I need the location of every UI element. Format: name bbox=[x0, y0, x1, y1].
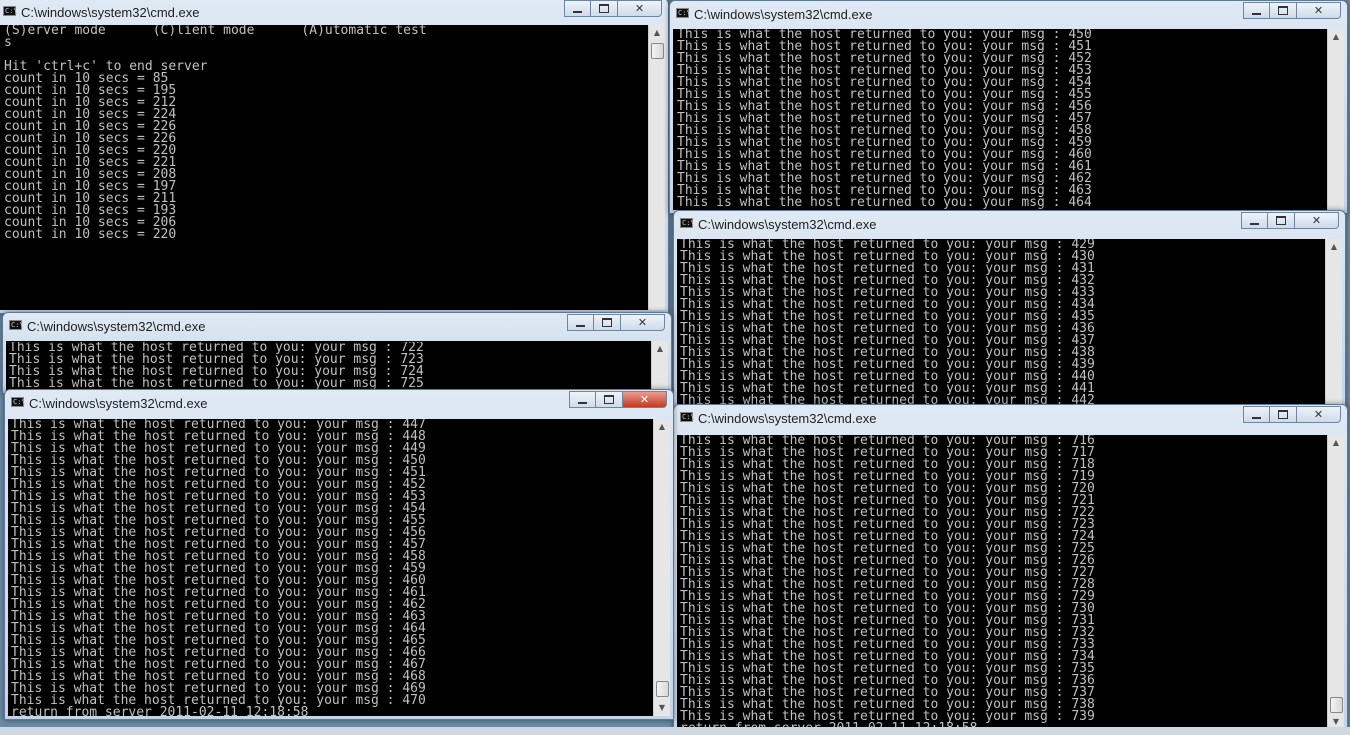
terminal-line: (S)erver mode (C)lient mode (A)utomatic … bbox=[4, 25, 427, 38]
cmd-icon: C:\ bbox=[680, 218, 695, 228]
window-title: C:\windows\system32\cmd.exe bbox=[698, 217, 877, 232]
window-title: C:\windows\system32\cmd.exe bbox=[27, 319, 206, 334]
cmd-icon: C:\ bbox=[676, 8, 691, 18]
cmd-window-server[interactable]: C:\ C:\windows\system32\cmd.exe ✕ (S)erv… bbox=[0, 0, 669, 314]
vertical-scrollbar[interactable]: ▲ ▼ bbox=[653, 419, 670, 716]
close-button[interactable]: ✕ bbox=[621, 314, 665, 331]
cmd-window-client-small[interactable]: C:\ C:\windows\system32\cmd.exe ✕ This i… bbox=[2, 312, 672, 394]
close-icon: ✕ bbox=[1313, 408, 1324, 421]
scroll-thumb[interactable] bbox=[651, 43, 664, 59]
taskbar-edge bbox=[0, 727, 1350, 735]
maximize-icon bbox=[599, 4, 609, 13]
maximize-icon bbox=[1276, 216, 1286, 225]
scroll-thumb[interactable] bbox=[656, 681, 669, 697]
minimize-button[interactable] bbox=[1241, 212, 1268, 229]
terminal-line: return from server 2011-02-11 12:18:58 bbox=[11, 705, 309, 716]
cmd-window-client-active[interactable]: C:\ C:\windows\system32\cmd.exe ✕ This i… bbox=[4, 389, 674, 720]
window-title: C:\windows\system32\cmd.exe bbox=[694, 7, 873, 22]
close-button[interactable]: ✕ bbox=[1297, 2, 1341, 19]
close-icon: ✕ bbox=[637, 316, 648, 329]
close-button[interactable]: ✕ bbox=[618, 0, 662, 17]
title-bar[interactable]: C:\ C:\windows\system32\cmd.exe ✕ bbox=[670, 1, 1347, 27]
terminal-output[interactable]: (S)erver mode (C)lient mode (A)utomatic … bbox=[0, 25, 648, 310]
scroll-up-icon[interactable]: ▲ bbox=[654, 419, 670, 435]
terminal-line: s bbox=[4, 35, 12, 50]
close-icon: ✕ bbox=[639, 393, 650, 406]
maximize-button[interactable] bbox=[594, 314, 621, 331]
minimize-icon bbox=[578, 402, 587, 404]
window-title: C:\windows\system32\cmd.exe bbox=[698, 411, 877, 426]
minimize-button[interactable] bbox=[1243, 406, 1270, 423]
title-bar[interactable]: C:\ C:\windows\system32\cmd.exe ✕ bbox=[5, 390, 673, 416]
maximize-icon bbox=[604, 395, 614, 404]
title-bar[interactable]: C:\ C:\windows\system32\cmd.exe ✕ bbox=[3, 313, 671, 339]
terminal-line: This is what the host returned to you: y… bbox=[677, 195, 1092, 210]
scroll-up-icon[interactable]: ▲ bbox=[649, 25, 665, 41]
cmd-icon: C:\ bbox=[11, 397, 26, 407]
scroll-up-icon[interactable]: ▲ bbox=[1328, 29, 1344, 45]
close-icon: ✕ bbox=[634, 2, 645, 15]
maximize-button[interactable] bbox=[596, 391, 623, 408]
title-bar[interactable]: C:\ C:\windows\system32\cmd.exe ✕ bbox=[674, 405, 1347, 431]
minimize-icon bbox=[1250, 223, 1259, 225]
maximize-icon bbox=[1278, 6, 1288, 15]
cmd-window-client-bottom-right[interactable]: C:\ C:\windows\system32\cmd.exe ✕ This i… bbox=[673, 404, 1348, 735]
minimize-icon bbox=[1252, 417, 1261, 419]
close-icon: ✕ bbox=[1311, 214, 1322, 227]
close-button[interactable]: ✕ bbox=[623, 391, 667, 408]
vertical-scrollbar[interactable]: ▲ bbox=[648, 25, 665, 310]
terminal-output[interactable]: This is what the host returned to you: y… bbox=[8, 419, 653, 716]
vertical-scrollbar[interactable]: ▲ bbox=[1327, 29, 1344, 210]
title-bar[interactable]: C:\ C:\windows\system32\cmd.exe ✕ bbox=[674, 211, 1345, 237]
window-title: C:\windows\system32\cmd.exe bbox=[29, 396, 208, 411]
cmd-icon: C:\ bbox=[9, 320, 24, 330]
cmd-icon: C:\ bbox=[3, 6, 18, 16]
minimize-icon bbox=[576, 325, 585, 327]
close-button[interactable]: ✕ bbox=[1295, 212, 1339, 229]
maximize-button[interactable] bbox=[1268, 212, 1295, 229]
close-button[interactable]: ✕ bbox=[1297, 406, 1341, 423]
terminal-output[interactable]: This is what the host returned to you: y… bbox=[677, 435, 1327, 734]
minimize-button[interactable] bbox=[569, 391, 596, 408]
maximize-button[interactable] bbox=[1270, 2, 1297, 19]
window-title: C:\windows\system32\cmd.exe bbox=[21, 5, 200, 20]
cmd-icon: C:\ bbox=[680, 412, 695, 422]
vertical-scrollbar[interactable]: ▲ bbox=[651, 341, 668, 393]
terminal-output[interactable]: This is what the host returned to you: y… bbox=[6, 342, 651, 393]
title-bar[interactable]: C:\ C:\windows\system32\cmd.exe ✕ bbox=[0, 0, 668, 25]
minimize-icon bbox=[1252, 13, 1261, 15]
maximize-icon bbox=[1278, 410, 1288, 419]
maximize-button[interactable] bbox=[591, 0, 618, 17]
terminal-line: This is what the host returned to you: y… bbox=[680, 393, 1095, 404]
vertical-scrollbar[interactable]: ▲ bbox=[1325, 239, 1342, 404]
cmd-window-client-top-right[interactable]: C:\ C:\windows\system32\cmd.exe ✕ This i… bbox=[669, 0, 1348, 214]
cmd-window-client-mid-right[interactable]: C:\ C:\windows\system32\cmd.exe ✕ This i… bbox=[673, 210, 1346, 408]
scroll-thumb[interactable] bbox=[1330, 697, 1343, 713]
close-icon: ✕ bbox=[1313, 4, 1324, 17]
maximize-icon bbox=[602, 318, 612, 327]
maximize-button[interactable] bbox=[1270, 406, 1297, 423]
scroll-up-icon[interactable]: ▲ bbox=[652, 341, 668, 357]
terminal-output[interactable]: This is what the host returned to you: y… bbox=[673, 29, 1327, 210]
minimize-icon bbox=[573, 11, 582, 13]
terminal-output[interactable]: This is what the host returned to you: y… bbox=[677, 239, 1325, 404]
scroll-down-icon[interactable]: ▼ bbox=[654, 700, 670, 716]
terminal-line: count in 10 secs = 220 bbox=[4, 227, 177, 242]
vertical-scrollbar[interactable]: ▲ ▼ bbox=[1327, 435, 1344, 734]
minimize-button[interactable] bbox=[567, 314, 594, 331]
minimize-button[interactable] bbox=[1243, 2, 1270, 19]
scroll-up-icon[interactable]: ▲ bbox=[1326, 239, 1342, 255]
minimize-button[interactable] bbox=[564, 0, 591, 17]
scroll-up-icon[interactable]: ▲ bbox=[1328, 435, 1344, 451]
